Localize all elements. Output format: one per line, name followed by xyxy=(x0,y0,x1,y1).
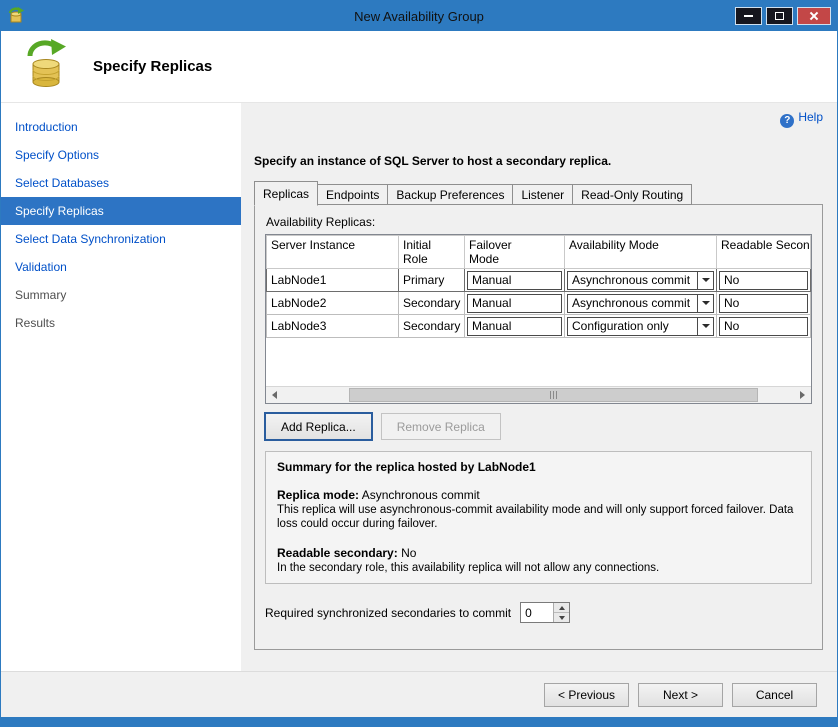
scroll-left-icon xyxy=(272,391,277,399)
add-replica-button[interactable]: Add Replica... xyxy=(265,413,372,440)
help-link[interactable]: ?Help xyxy=(780,110,823,124)
spinner-up-button[interactable] xyxy=(554,603,569,613)
window-border-bottom xyxy=(1,717,837,726)
table-row: LabNode2 Secondary Manual Asynchronous c… xyxy=(267,292,811,315)
minimize-icon xyxy=(744,15,753,17)
database-replica-icon xyxy=(23,38,69,95)
maximize-button[interactable] xyxy=(766,7,793,25)
replicas-grid: Server Instance Initial Role Failover Mo… xyxy=(265,234,812,404)
scrollbar-thumb[interactable] xyxy=(349,388,758,402)
spinner-down-button[interactable] xyxy=(554,613,569,622)
page-title: Specify Replicas xyxy=(93,58,212,75)
grid-empty-area xyxy=(266,338,811,386)
cell-initial-role[interactable]: Primary xyxy=(399,269,465,292)
failover-mode-dropdown[interactable]: Manual xyxy=(467,317,562,336)
readable-secondary-description: In the secondary role, this availability… xyxy=(277,561,800,575)
horizontal-scrollbar[interactable] xyxy=(266,386,811,403)
instruction-text: Specify an instance of SQL Server to hos… xyxy=(254,154,823,168)
scroll-right-icon xyxy=(800,391,805,399)
scroll-left-button[interactable] xyxy=(266,387,283,403)
chevron-down-icon xyxy=(697,318,713,335)
col-failover-mode[interactable]: Failover Mode xyxy=(465,236,565,269)
tab-strip: Replicas Endpoints Backup Preferences Li… xyxy=(254,181,823,205)
sidebar-item-specify-options[interactable]: Specify Options xyxy=(1,141,241,169)
spinner-down-icon xyxy=(559,616,565,620)
availability-mode-dropdown[interactable]: Asynchronous commit xyxy=(567,294,714,313)
cell-initial-role[interactable]: Secondary xyxy=(399,315,465,338)
col-initial-role[interactable]: Initial Role xyxy=(399,236,465,269)
availability-mode-dropdown[interactable]: Configuration only xyxy=(567,317,714,336)
minimize-button[interactable] xyxy=(735,7,762,25)
spinner-up-icon xyxy=(559,606,565,610)
previous-button[interactable]: < Previous xyxy=(544,683,629,707)
summary-title: Summary for the replica hosted by LabNod… xyxy=(277,460,800,474)
close-button[interactable] xyxy=(797,7,831,25)
close-icon xyxy=(809,11,819,21)
cell-server-instance[interactable]: LabNode3 xyxy=(267,315,399,338)
failover-mode-dropdown[interactable]: Manual xyxy=(467,294,562,313)
replica-mode-value: Asynchronous commit xyxy=(362,488,480,502)
wizard-footer: < Previous Next > Cancel xyxy=(1,671,837,717)
scrollbar-track[interactable] xyxy=(283,387,794,403)
failover-mode-dropdown[interactable]: Manual xyxy=(467,271,562,290)
window-title: New Availability Group xyxy=(1,9,837,24)
col-availability-mode[interactable]: Availability Mode xyxy=(565,236,717,269)
window-controls xyxy=(735,7,831,25)
app-icon xyxy=(7,7,25,25)
chevron-down-icon xyxy=(697,272,713,289)
replica-mode-description: This replica will use asynchronous-commi… xyxy=(277,503,800,532)
readable-secondary-dropdown[interactable]: No xyxy=(719,294,808,313)
sidebar-item-summary: Summary xyxy=(1,281,241,309)
main-panel: ?Help Specify an instance of SQL Server … xyxy=(241,103,837,671)
tab-read-only-routing[interactable]: Read-Only Routing xyxy=(572,184,692,205)
help-icon: ? xyxy=(780,114,794,128)
required-secondaries-input[interactable] xyxy=(521,603,553,622)
scroll-right-button[interactable] xyxy=(794,387,811,403)
availability-replicas-label: Availability Replicas: xyxy=(266,215,812,229)
tab-endpoints[interactable]: Endpoints xyxy=(317,184,388,205)
replicas-tab-panel: Availability Replicas: Server Instance I… xyxy=(254,204,823,650)
required-secondaries-stepper xyxy=(520,602,570,623)
sidebar-item-results: Results xyxy=(1,309,241,337)
help-label: Help xyxy=(798,110,823,124)
table-row: LabNode1 Primary Manual Asynchronous com… xyxy=(267,269,811,292)
required-secondaries-label: Required synchronized secondaries to com… xyxy=(265,606,511,620)
readable-secondary-dropdown[interactable]: No xyxy=(719,271,808,290)
cell-server-instance[interactable]: LabNode2 xyxy=(267,292,399,315)
new-availability-group-window: New Availability Group Specify Replicas … xyxy=(0,0,838,727)
readable-secondary-dropdown[interactable]: No xyxy=(719,317,808,336)
cell-initial-role[interactable]: Secondary xyxy=(399,292,465,315)
replica-mode-label: Replica mode: xyxy=(277,488,359,502)
readable-secondary-label: Readable secondary: xyxy=(277,546,398,560)
col-server-instance[interactable]: Server Instance xyxy=(267,236,399,269)
sidebar-item-introduction[interactable]: Introduction xyxy=(1,113,241,141)
cancel-button[interactable]: Cancel xyxy=(732,683,817,707)
remove-replica-button[interactable]: Remove Replica xyxy=(381,413,501,440)
availability-mode-dropdown[interactable]: Asynchronous commit xyxy=(567,271,714,290)
sidebar-item-specify-replicas[interactable]: Specify Replicas xyxy=(1,197,241,225)
table-row: LabNode3 Secondary Manual Configuration … xyxy=(267,315,811,338)
next-button[interactable]: Next > xyxy=(638,683,723,707)
tab-listener[interactable]: Listener xyxy=(512,184,573,205)
chevron-down-icon xyxy=(697,295,713,312)
col-readable-secondary[interactable]: Readable Secondary xyxy=(717,236,811,269)
titlebar[interactable]: New Availability Group xyxy=(1,1,837,31)
maximize-icon xyxy=(775,12,784,20)
wizard-steps-sidebar: Introduction Specify Options Select Data… xyxy=(1,103,241,671)
wizard-header: Specify Replicas xyxy=(1,31,837,103)
replica-summary-panel: Summary for the replica hosted by LabNod… xyxy=(265,451,812,584)
sidebar-item-select-data-synchronization[interactable]: Select Data Synchronization xyxy=(1,225,241,253)
cell-server-instance[interactable]: LabNode1 xyxy=(267,269,399,292)
tab-backup-preferences[interactable]: Backup Preferences xyxy=(387,184,513,205)
tab-replicas[interactable]: Replicas xyxy=(254,181,318,206)
sidebar-item-validation[interactable]: Validation xyxy=(1,253,241,281)
sidebar-item-select-databases[interactable]: Select Databases xyxy=(1,169,241,197)
readable-secondary-value: No xyxy=(401,546,416,560)
grid-header-row: Server Instance Initial Role Failover Mo… xyxy=(267,236,811,269)
